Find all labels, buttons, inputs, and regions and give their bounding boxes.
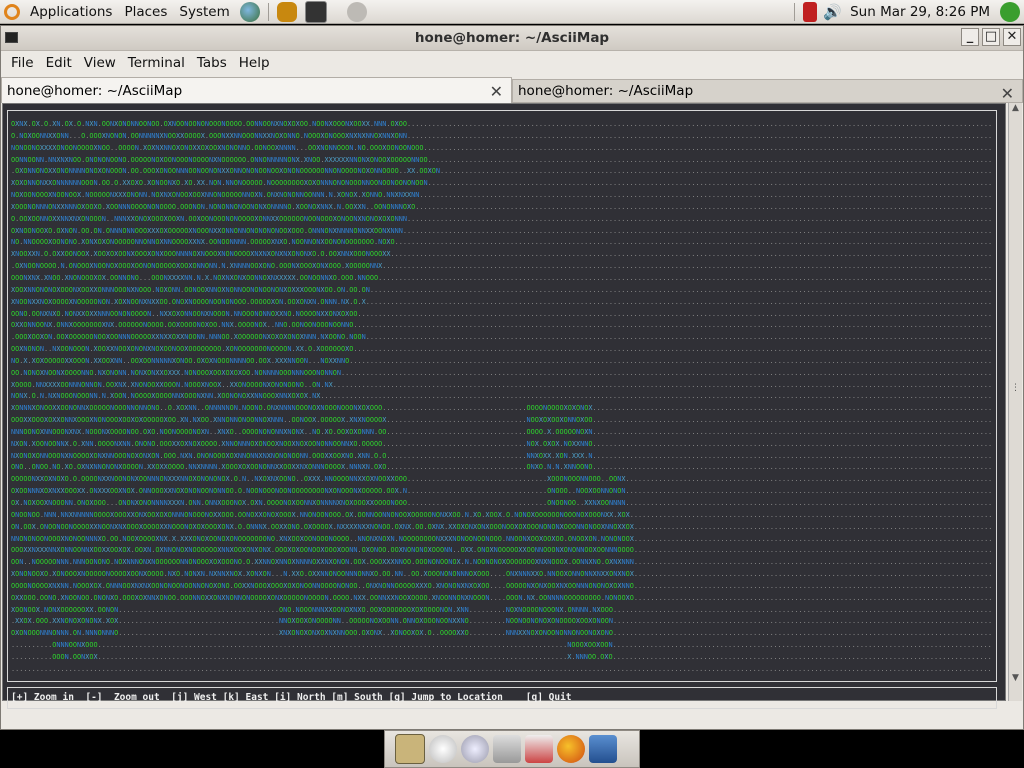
mail-icon[interactable] (525, 735, 553, 763)
top-panel: Applications Places System 🔊 Sun Mar 29,… (0, 0, 1024, 24)
key-help-status-line: [+] Zoom in [-] Zoom out [j] West [k] Ea… (7, 687, 997, 709)
menu-help[interactable]: Help (233, 55, 276, 71)
tab-2-label: hone@homer: ~/AsciiMap (518, 83, 694, 99)
menubar: File Edit View Terminal Tabs Help (1, 51, 1023, 75)
places-menu[interactable]: Places (118, 0, 173, 24)
audio-player-headphones-icon[interactable] (276, 1, 297, 22)
panel-separator (267, 2, 269, 21)
terminal-scrollbar[interactable]: ▲ ⋮ ▼ (1008, 103, 1022, 701)
scroll-down-arrow-icon[interactable]: ▼ (1009, 673, 1022, 683)
system-menu[interactable]: System (173, 0, 235, 24)
ascii-world-map: OXNX.OX.O.XN.OX.O.NXN.OONXONONNOONOO.OXN… (11, 120, 993, 673)
menu-edit[interactable]: Edit (40, 55, 78, 71)
volume-icon[interactable]: 🔊 (823, 3, 842, 21)
tab-1-label: hone@homer: ~/AsciiMap (7, 82, 183, 99)
terminal-window-icon[interactable] (5, 32, 18, 43)
panel-separator-right (794, 3, 796, 21)
maximize-button[interactable]: □ (982, 28, 1000, 46)
screensaver-icon[interactable] (346, 1, 367, 22)
workspace-icon[interactable] (589, 735, 617, 763)
menu-file[interactable]: File (5, 55, 40, 71)
menu-view[interactable]: View (78, 55, 122, 71)
minimize-button[interactable]: _ (961, 28, 979, 46)
web-browser-globe-icon[interactable] (239, 1, 260, 22)
tab-2[interactable]: hone@homer: ~/AsciiMap ✕ (512, 79, 1023, 103)
presentation-icon[interactable] (493, 735, 521, 763)
scroll-thumb-grip-icon[interactable]: ⋮ (1009, 383, 1022, 393)
menu-terminal[interactable]: Terminal (122, 55, 191, 71)
ascii-map-frame: OXNX.OX.O.XN.OX.O.NXN.OONXONONNOONOO.OXN… (7, 110, 997, 682)
tab-2-close-icon[interactable]: ✕ (1001, 84, 1014, 103)
tab-1-close-icon[interactable]: ✕ (490, 82, 503, 101)
text-editor-icon[interactable] (395, 734, 425, 764)
window-titlebar[interactable]: hone@homer: ~/AsciiMap _ □ ✕ (1, 26, 1023, 51)
close-window-button[interactable]: ✕ (1003, 28, 1021, 46)
menu-tabs[interactable]: Tabs (191, 55, 233, 71)
clock-applet-icon[interactable] (429, 735, 457, 763)
tab-bar: hone@homer: ~/AsciiMap ✕ hone@homer: ~/A… (1, 77, 1023, 103)
terminal-screen[interactable]: OXNX.OX.O.XN.OX.O.NXN.OONXONONNOONOO.OXN… (2, 103, 1006, 709)
firefox-icon[interactable] (557, 735, 585, 763)
dvd-icon[interactable] (461, 735, 489, 763)
ubuntu-logo-icon[interactable] (4, 3, 20, 20)
applications-menu[interactable]: Applications (24, 0, 118, 24)
window-title: hone@homer: ~/AsciiMap (414, 30, 610, 46)
tab-1[interactable]: hone@homer: ~/AsciiMap ✕ (1, 77, 512, 103)
update-notifier-icon[interactable] (803, 2, 818, 22)
terminal-launcher-icon[interactable] (304, 0, 327, 23)
scroll-up-arrow-icon[interactable]: ▲ (1009, 103, 1022, 113)
bottom-taskbar (384, 730, 640, 768)
logout-running-man-icon[interactable] (1000, 2, 1020, 22)
panel-clock[interactable]: Sun Mar 29, 8:26 PM (844, 4, 996, 20)
